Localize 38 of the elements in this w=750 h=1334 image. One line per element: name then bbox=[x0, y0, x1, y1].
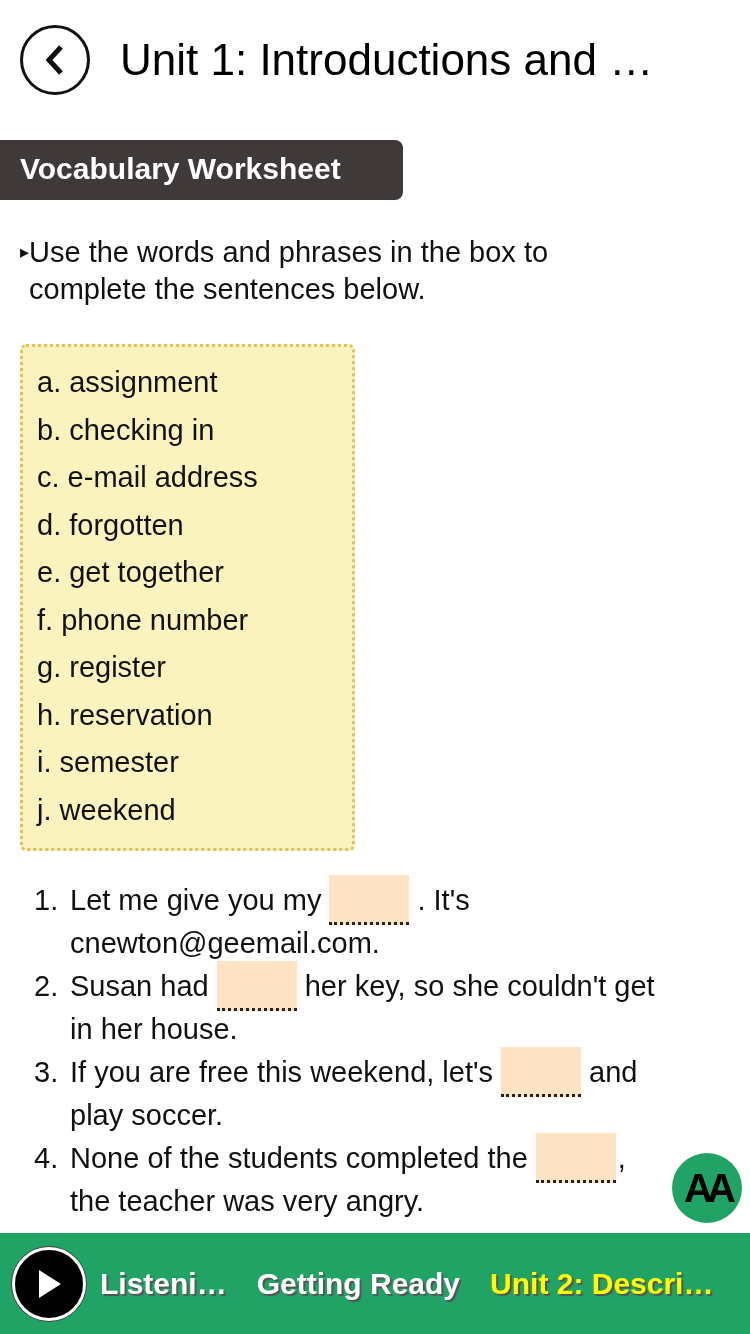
word-option: i. semester bbox=[37, 739, 338, 787]
answer-blank[interactable] bbox=[216, 961, 297, 1011]
sentence-number: 4. bbox=[34, 1141, 60, 1176]
sentence-text: Susan had bbox=[70, 969, 209, 1004]
sentence-text: cnewton@geemail.com. bbox=[70, 926, 380, 961]
back-icon bbox=[45, 44, 65, 76]
word-option: d. forgotten bbox=[37, 501, 338, 549]
nav-link[interactable]: Getting Ready bbox=[256, 1266, 461, 1301]
word-option: e. get together bbox=[37, 549, 338, 597]
sentence-text: and bbox=[589, 1055, 638, 1090]
sentence-text: in her house. bbox=[70, 1012, 238, 1047]
sentence-text: , bbox=[617, 1141, 626, 1176]
sentence-number: 2. bbox=[34, 969, 60, 1004]
nav-link[interactable]: Listeni… bbox=[100, 1266, 227, 1301]
sentence-text: Let me give you my bbox=[70, 883, 322, 918]
instruction-text: Use the words and phrases in the box to complete the sentences below. bbox=[29, 235, 550, 307]
sentence-text: If you are free this weekend, let's bbox=[70, 1055, 494, 1090]
answer-blank[interactable] bbox=[501, 1047, 582, 1097]
answer-blank[interactable] bbox=[329, 875, 410, 925]
font-size-button[interactable]: AA bbox=[672, 1153, 742, 1223]
answer-blank[interactable] bbox=[535, 1133, 616, 1183]
sentence-number: 1. bbox=[34, 883, 60, 918]
nav-link[interactable]: Unit 2: Descri… bbox=[490, 1266, 714, 1301]
word-option: c. e-mail address bbox=[37, 454, 338, 502]
word-option: j. weekend bbox=[37, 786, 338, 834]
word-option: f. phone number bbox=[37, 596, 338, 644]
sentence-text: her key, so she couldn't get bbox=[304, 969, 655, 1004]
sentence-text: the teacher was very angry. bbox=[70, 1184, 425, 1219]
word-option: h. reservation bbox=[37, 691, 338, 739]
sentence-text: None of the students completed the bbox=[70, 1141, 528, 1176]
sentence-text: . It's bbox=[417, 883, 470, 918]
word-option: a. assignment bbox=[37, 359, 338, 407]
sentence-number: 3. bbox=[34, 1055, 60, 1090]
page-title: Unit 1: Introductions and … bbox=[120, 35, 654, 85]
bullet-marker: ▸ bbox=[20, 241, 29, 264]
word-option: b. checking in bbox=[37, 406, 338, 454]
word-option: g. register bbox=[37, 644, 338, 692]
sentence-text: play soccer. bbox=[70, 1098, 224, 1133]
